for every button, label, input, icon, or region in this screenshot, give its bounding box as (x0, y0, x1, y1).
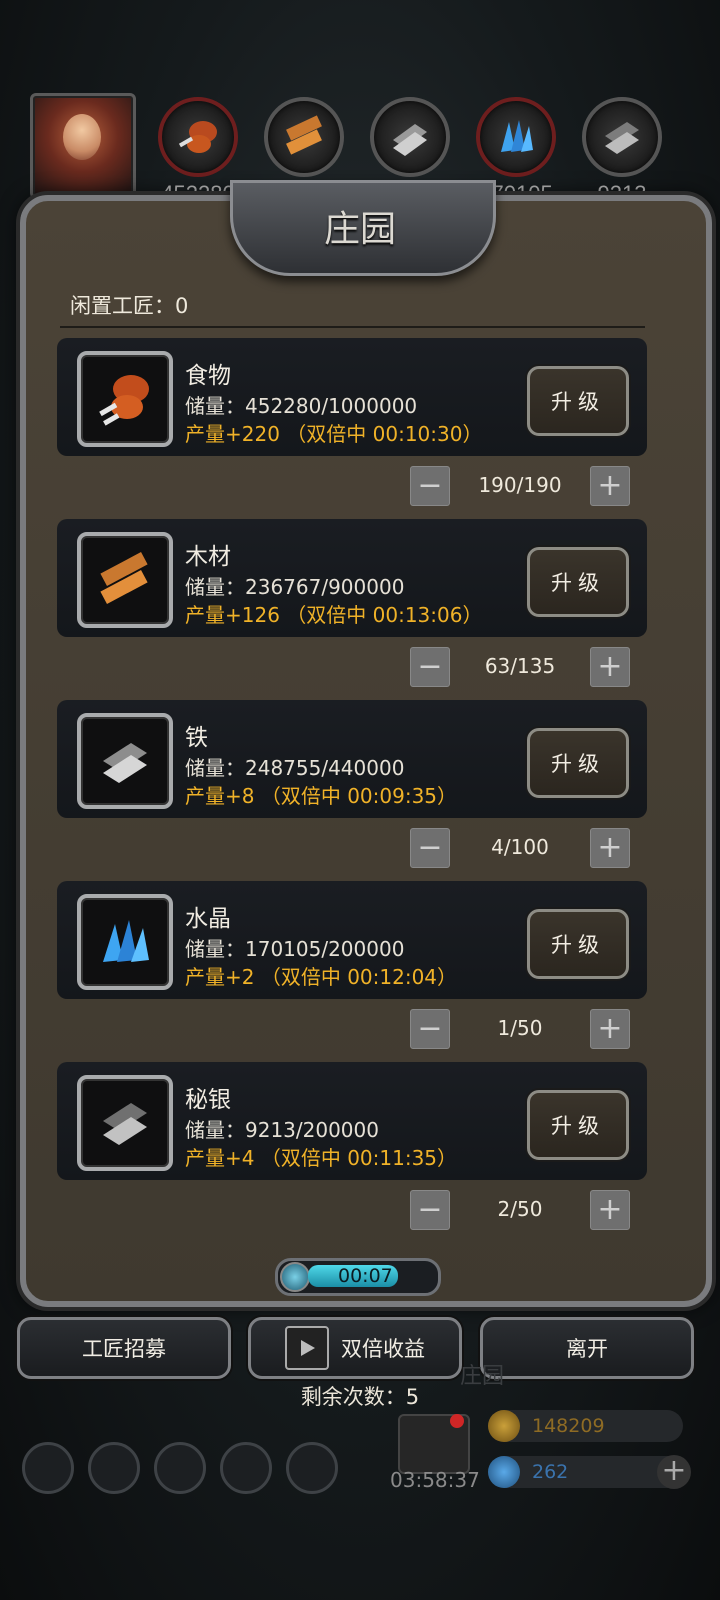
iron-icon (77, 713, 173, 809)
gold-coin-icon (488, 1410, 520, 1442)
minus-button[interactable]: − (410, 647, 450, 687)
settings-icon (22, 1442, 74, 1494)
leave-button[interactable]: 离开 (480, 1317, 694, 1379)
resource-production: 产量+4 （双倍中 00:11:35） (185, 1146, 458, 1170)
double-income-button[interactable]: 双倍收益 (248, 1317, 462, 1379)
minus-button[interactable]: − (410, 1190, 450, 1230)
star-icon (88, 1442, 140, 1494)
resource-name: 铁 (185, 725, 208, 751)
minus-button[interactable]: − (410, 1009, 450, 1049)
plus-button[interactable]: + (590, 1190, 630, 1230)
player-avatar[interactable] (30, 93, 136, 199)
upgrade-button[interactable]: 升级 (527, 728, 629, 798)
plus-button[interactable]: + (590, 647, 630, 687)
worker-count: 1/50 (497, 1016, 543, 1040)
recruit-workers-button[interactable]: 工匠招募 (17, 1317, 231, 1379)
gold-amount: 148209 (532, 1415, 605, 1437)
upgrade-button[interactable]: 升级 (527, 909, 629, 979)
remaining-count: 剩余次数：5 (300, 1385, 420, 1409)
iron-icon (370, 97, 450, 177)
crystal-icon (476, 97, 556, 177)
resource-production: 产量+126 （双倍中 00:13:06） (185, 603, 483, 627)
worker-count: 4/100 (491, 835, 549, 859)
worker-stepper: − 63/135 + (410, 647, 630, 687)
resource-storage: 储量：236767/900000 (185, 575, 405, 599)
gift-timer: 03:58:37 (390, 1468, 480, 1492)
minus-button[interactable]: − (410, 828, 450, 868)
chain-icon (286, 1442, 338, 1494)
divider (60, 326, 645, 328)
wood-icon (264, 97, 344, 177)
crystal-icon (77, 894, 173, 990)
resource-name: 食物 (185, 363, 231, 389)
leave-label: 离开 (566, 1337, 608, 1361)
plus-button[interactable]: + (590, 466, 630, 506)
resource-name: 水晶 (185, 906, 231, 932)
resource-storage: 储量：452280/1000000 (185, 394, 418, 418)
resource-food-slot[interactable]: 452280 (158, 97, 238, 206)
plus-button[interactable]: + (590, 1009, 630, 1049)
mail-icon (220, 1442, 272, 1494)
meat-icon (158, 97, 238, 177)
gold-display: 148209 (488, 1410, 683, 1442)
worker-stepper: − 2/50 + (410, 1190, 630, 1230)
add-currency-icon: + (657, 1455, 691, 1489)
wood-icon (77, 532, 173, 628)
play-icon (285, 1326, 329, 1370)
resource-name: 秘银 (185, 1087, 231, 1113)
double-income-label: 双倍收益 (341, 1337, 425, 1361)
gem-amount: 262 (532, 1461, 569, 1483)
worker-count: 63/135 (484, 654, 556, 678)
upgrade-button[interactable]: 升级 (527, 1090, 629, 1160)
worker-count: 190/190 (478, 473, 562, 497)
refresh-timer: 00:07 (275, 1258, 441, 1296)
resource-name: 木材 (185, 544, 231, 570)
resource-production: 产量+220 （双倍中 00:10:30） (185, 422, 483, 446)
gem-icon (488, 1456, 520, 1488)
recruit-workers-label: 工匠招募 (82, 1337, 166, 1361)
background-manor-label: 庄园 (460, 1364, 505, 1389)
panel-title: 庄园 (323, 209, 396, 250)
gem-display: 262 (488, 1456, 683, 1488)
timer-text: 00:07 (338, 1265, 393, 1287)
resource-mithril-slot[interactable]: 9213 (582, 97, 662, 206)
plus-button[interactable]: + (590, 828, 630, 868)
worker-stepper: − 4/100 + (410, 828, 630, 868)
armor-icon (154, 1442, 206, 1494)
mithril-icon (77, 1075, 173, 1171)
meat-icon (77, 351, 173, 447)
clock-icon (280, 1262, 310, 1292)
worker-stepper: − 190/190 + (410, 466, 630, 506)
upgrade-button[interactable]: 升级 (527, 547, 629, 617)
resource-production: 产量+8 （双倍中 00:09:35） (185, 784, 458, 808)
resource-storage: 储量：9213/200000 (185, 1118, 379, 1142)
upgrade-button[interactable]: 升级 (527, 366, 629, 436)
worker-stepper: − 1/50 + (410, 1009, 630, 1049)
resource-storage: 储量：248755/440000 (185, 756, 405, 780)
worker-count: 2/50 (497, 1197, 543, 1221)
minus-button[interactable]: − (410, 466, 450, 506)
mithril-icon (582, 97, 662, 177)
resource-storage: 储量：170105/200000 (185, 937, 405, 961)
resource-production: 产量+2 （双倍中 00:12:04） (185, 965, 458, 989)
notification-dot (450, 1414, 464, 1428)
idle-workers-label: 闲置工匠：0 (70, 294, 189, 318)
top-resource-bar: 452280 236767 248755 170105 9213 (0, 85, 720, 206)
